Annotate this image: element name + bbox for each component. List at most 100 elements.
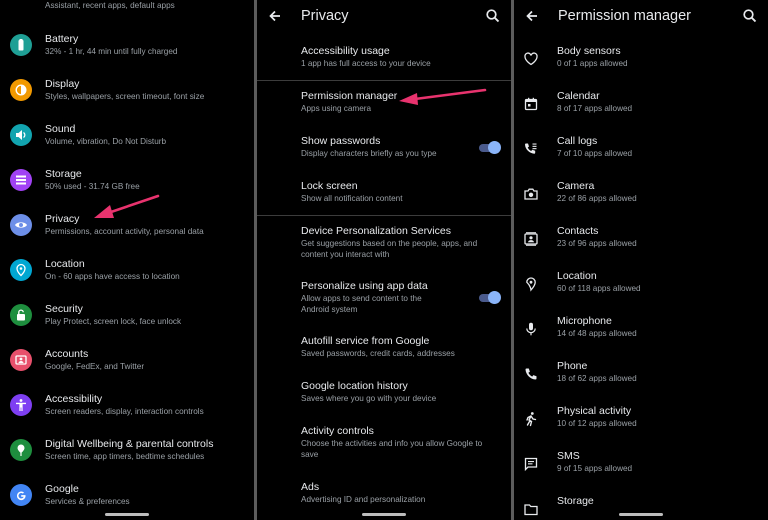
settings-item-apps[interactable]: Assistant, recent apps, default apps bbox=[0, 0, 254, 14]
settings-item-battery[interactable]: Battery 32% - 1 hr, 44 min until fully ch… bbox=[0, 31, 254, 59]
privacy-item-device-personalization[interactable]: Device Personalization Services Get sugge… bbox=[257, 225, 511, 263]
settings-item-accessibility[interactable]: Accessibility Screen readers, display, in… bbox=[0, 391, 254, 419]
privacy-app-bar: Privacy bbox=[257, 0, 511, 34]
toggle-knob bbox=[488, 141, 501, 154]
permission-item-title: Phone bbox=[557, 360, 588, 372]
settings-item-google[interactable]: Google Services & preferences bbox=[0, 481, 254, 509]
settings-item-location[interactable]: Location On - 60 apps have access to loca… bbox=[0, 256, 254, 284]
settings-item-title: Storage bbox=[45, 168, 82, 180]
back-arrow-icon[interactable] bbox=[522, 6, 542, 26]
settings-item-title: Display bbox=[45, 78, 80, 90]
settings-item-subtitle: Screen readers, display, interaction con… bbox=[45, 407, 204, 416]
permission-item-storage[interactable]: Storage bbox=[514, 495, 768, 520]
permission-item-title: Body sensors bbox=[557, 45, 621, 57]
settings-item-subtitle: 50% used - 31.74 GB free bbox=[45, 182, 140, 191]
permission-item-microphone[interactable]: Microphone 14 of 48 apps allowed bbox=[514, 315, 768, 343]
permission-item-camera[interactable]: Camera 22 of 86 apps allowed bbox=[514, 180, 768, 208]
settings-item-title: Google bbox=[45, 483, 79, 495]
permission-item-title: Camera bbox=[557, 180, 595, 192]
settings-item-title: Security bbox=[45, 303, 83, 315]
settings-item-storage[interactable]: Storage 50% used - 31.74 GB free bbox=[0, 166, 254, 194]
settings-item-sound[interactable]: Sound Volume, vibration, Do Not Disturb bbox=[0, 121, 254, 149]
brightness-icon bbox=[10, 79, 32, 101]
permission-item-body-sensors[interactable]: Body sensors 0 of 1 apps allowed bbox=[514, 45, 768, 73]
settings-item-subtitle: Play Protect, screen lock, face unlock bbox=[45, 317, 182, 326]
gesture-nav-bar[interactable] bbox=[362, 513, 406, 516]
microphone-icon bbox=[526, 322, 536, 336]
permission-item-title: Storage bbox=[557, 495, 594, 507]
permission-manager-panel: Permission manager Body sensors 0 of 1 ap… bbox=[514, 0, 768, 520]
permission-item-call-logs[interactable]: Call logs 7 of 10 apps allowed bbox=[514, 135, 768, 163]
permission-item-sms[interactable]: SMS 9 of 15 apps allowed bbox=[514, 450, 768, 478]
gesture-nav-bar[interactable] bbox=[105, 513, 149, 516]
privacy-item-subtitle: Apps using camera bbox=[301, 104, 372, 113]
privacy-item-title: Google location history bbox=[301, 380, 408, 392]
privacy-item-subtitle: Saved passwords, credit cards, addresses bbox=[301, 349, 455, 358]
toggle-knob bbox=[488, 291, 501, 304]
location-pin-icon bbox=[10, 259, 32, 281]
permission-item-calendar[interactable]: Calendar 8 of 17 apps allowed bbox=[514, 90, 768, 118]
privacy-item-personalize-app-data[interactable]: Personalize using app data Allow apps to … bbox=[257, 280, 511, 318]
personalize-toggle[interactable] bbox=[479, 291, 501, 304]
page-title: Permission manager bbox=[558, 8, 691, 24]
search-icon[interactable] bbox=[483, 6, 503, 26]
back-arrow-icon[interactable] bbox=[265, 6, 285, 26]
privacy-item-title: Autofill service from Google bbox=[301, 335, 430, 347]
permission-item-subtitle: 60 of 118 apps allowed bbox=[557, 284, 641, 293]
gesture-nav-bar[interactable] bbox=[619, 513, 663, 516]
permission-item-location[interactable]: Location 60 of 118 apps allowed bbox=[514, 270, 768, 298]
privacy-item-lock-screen[interactable]: Lock screen Show all notification content bbox=[257, 180, 511, 208]
privacy-panel: Privacy Accessibility usage 1 app has ful… bbox=[257, 0, 511, 520]
sms-icon bbox=[524, 457, 538, 472]
privacy-item-show-passwords[interactable]: Show passwords Display characters briefly… bbox=[257, 135, 511, 163]
wellbeing-icon bbox=[10, 439, 32, 461]
search-icon[interactable] bbox=[740, 6, 760, 26]
location-pin-icon bbox=[526, 277, 536, 292]
folder-icon bbox=[524, 504, 538, 516]
settings-item-digital-wellbeing[interactable]: Digital Wellbeing & parental controls Scr… bbox=[0, 436, 254, 464]
settings-item-subtitle: Google, FedEx, and Twitter bbox=[45, 362, 145, 371]
permission-item-contacts[interactable]: Contacts 23 of 96 apps allowed bbox=[514, 225, 768, 253]
privacy-item-subtitle: 1 app has full access to your device bbox=[301, 59, 431, 68]
settings-item-subtitle: Permissions, account activity, personal … bbox=[45, 227, 204, 236]
privacy-item-accessibility-usage[interactable]: Accessibility usage 1 app has full access… bbox=[257, 45, 511, 73]
settings-item-privacy[interactable]: Privacy Permissions, account activity, pe… bbox=[0, 211, 254, 239]
permission-item-phone[interactable]: Phone 18 of 62 apps allowed bbox=[514, 360, 768, 388]
settings-item-accounts[interactable]: Accounts Google, FedEx, and Twitter bbox=[0, 346, 254, 374]
permission-item-title: Physical activity bbox=[557, 405, 632, 417]
privacy-item-ads[interactable]: Ads Advertising ID and personalization bbox=[257, 481, 511, 509]
permission-item-subtitle: 0 of 1 apps allowed bbox=[557, 59, 628, 68]
permission-item-subtitle: 14 of 48 apps allowed bbox=[557, 329, 637, 338]
divider bbox=[257, 80, 511, 81]
privacy-item-location-history[interactable]: Google location history Saves where you g… bbox=[257, 380, 511, 408]
privacy-item-title: Show passwords bbox=[301, 135, 381, 147]
privacy-item-title: Device Personalization Services bbox=[301, 225, 451, 237]
walking-icon bbox=[526, 412, 537, 427]
camera-icon bbox=[524, 188, 538, 200]
settings-item-security[interactable]: Security Play Protect, screen lock, face … bbox=[0, 301, 254, 329]
privacy-item-autofill[interactable]: Autofill service from Google Saved passwo… bbox=[257, 335, 511, 363]
permission-item-subtitle: 10 of 12 apps allowed bbox=[557, 419, 637, 428]
permission-item-physical-activity[interactable]: Physical activity 10 of 12 apps allowed bbox=[514, 405, 768, 433]
calendar-icon bbox=[524, 97, 538, 111]
google-icon bbox=[10, 484, 32, 506]
show-passwords-toggle[interactable] bbox=[479, 141, 501, 154]
privacy-item-subtitle: Display characters briefly as you type bbox=[301, 149, 437, 158]
privacy-item-activity-controls[interactable]: Activity controls Choose the activities a… bbox=[257, 425, 511, 463]
privacy-item-title: Personalize using app data bbox=[301, 280, 428, 292]
permission-item-subtitle: 7 of 10 apps allowed bbox=[557, 149, 633, 158]
permission-manager-app-bar: Permission manager bbox=[514, 0, 768, 34]
page-title: Privacy bbox=[301, 8, 349, 24]
heart-icon bbox=[524, 52, 538, 66]
privacy-item-title: Permission manager bbox=[301, 90, 398, 102]
privacy-item-subtitle: Choose the activities and info you allow… bbox=[301, 439, 483, 459]
battery-icon bbox=[10, 34, 32, 56]
privacy-item-title: Accessibility usage bbox=[301, 45, 390, 57]
settings-panel: Assistant, recent apps, default apps Bat… bbox=[0, 0, 254, 520]
privacy-item-subtitle: Saves where you go with your device bbox=[301, 394, 437, 403]
settings-item-display[interactable]: Display Styles, wallpapers, screen timeou… bbox=[0, 76, 254, 104]
divider bbox=[257, 215, 511, 216]
call-log-icon bbox=[525, 143, 537, 154]
permission-item-title: SMS bbox=[557, 450, 580, 462]
privacy-item-permission-manager[interactable]: Permission manager Apps using camera bbox=[257, 90, 511, 118]
